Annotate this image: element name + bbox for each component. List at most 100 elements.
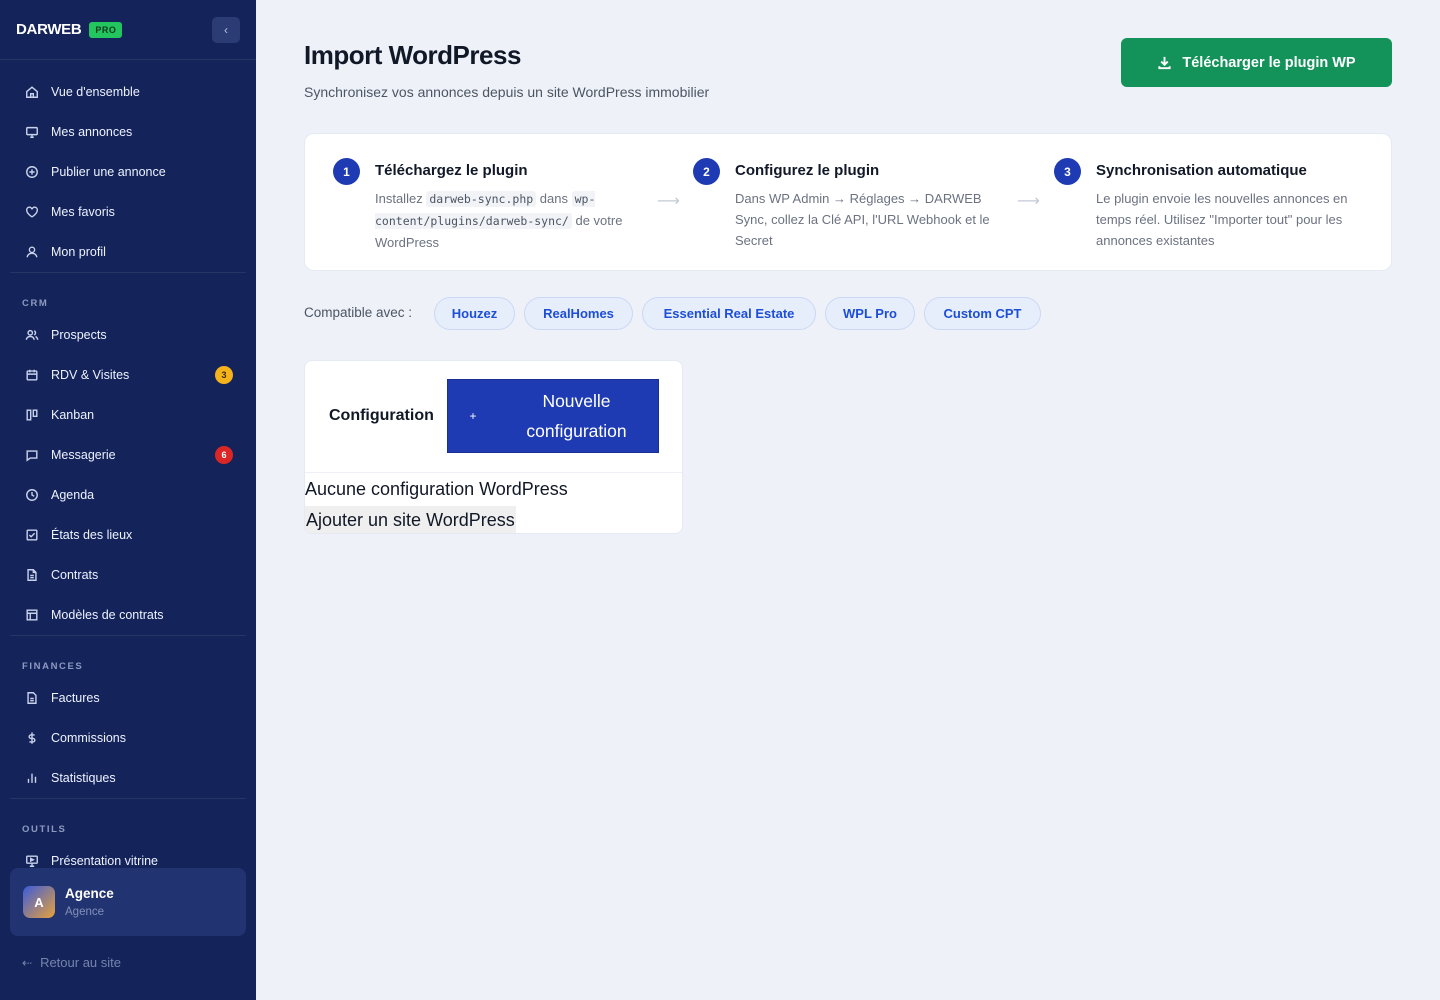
sidebar-item-invoices[interactable]: Factures <box>0 678 256 718</box>
sidebar-item-label: Kanban <box>51 408 95 422</box>
chevron-left-icon: ‹ <box>224 23 228 37</box>
sidebar-item-statistics[interactable]: Statistiques <box>0 758 256 798</box>
page-subtitle: Synchronisez vos annonces depuis un site… <box>304 84 710 100</box>
sidebar-item-contracts[interactable]: Contrats <box>0 555 256 595</box>
pro-badge: PRO <box>89 21 123 38</box>
sidebar-item-label: RDV & Visites <box>51 368 130 382</box>
back-to-site-label: Retour au site <box>40 955 121 970</box>
plus-icon: + <box>469 409 477 423</box>
user-info: Agence Agence <box>65 886 114 918</box>
arrow-right-icon: ⟶ <box>657 193 680 210</box>
sidebar-item-label: Agenda <box>51 488 95 502</box>
sidebar-item-label: Contrats <box>51 568 99 582</box>
finances-nav: Factures Commissions Statistiques <box>0 678 256 798</box>
compatibility-label: Compatible avec : <box>304 305 413 320</box>
user-card[interactable]: A Agence Agence <box>10 868 246 936</box>
sidebar-item-label: Messagerie <box>51 448 116 462</box>
sidebar-item-label: Publier une annonce <box>51 165 166 179</box>
sidebar-item-label: Mes annonces <box>51 125 133 139</box>
arrow-left-icon: ⇠ <box>22 955 33 970</box>
sidebar-item-commissions[interactable]: Commissions <box>0 718 256 758</box>
new-configuration-button[interactable]: + Nouvelle configuration <box>447 379 659 453</box>
sidebar-item-label: Mes favoris <box>51 205 115 219</box>
arrow-right-icon: ⟶ <box>1017 193 1040 210</box>
sidebar-item-label: Mon profil <box>51 245 106 259</box>
user-icon <box>24 244 40 260</box>
configuration-header: Configuration + Nouvelle configuration <box>305 361 682 473</box>
back-to-site-link[interactable]: ⇠ Retour au site <box>22 955 121 970</box>
sidebar-item-agenda[interactable]: Agenda <box>0 475 256 515</box>
plus-circle-icon <box>24 164 40 180</box>
step-title: Synchronisation automatique <box>1096 162 1307 179</box>
step-text: Installez <box>375 191 427 206</box>
section-label-finances: FINANCES <box>22 661 84 672</box>
invoice-icon <box>24 690 40 706</box>
user-role: Agence <box>65 906 105 918</box>
avatar: A <box>23 886 55 918</box>
messaging-count-badge: 6 <box>215 446 233 464</box>
sidebar-item-profile[interactable]: Mon profil <box>0 232 256 272</box>
sidebar-item-appointments[interactable]: RDV & Visites 3 <box>0 355 256 395</box>
step-description: Installez darweb-sync.php dans wp-conten… <box>375 188 643 253</box>
add-wordpress-site-button[interactable]: Ajouter un site WordPress <box>305 506 516 533</box>
template-icon <box>24 607 40 623</box>
page-title: Import WordPress <box>304 40 521 70</box>
sidebar-item-messaging[interactable]: Messagerie 6 <box>0 435 256 475</box>
step-title: Téléchargez le plugin <box>375 162 528 179</box>
sidebar-item-favorites[interactable]: Mes favoris <box>0 192 256 232</box>
step-title: Configurez le plugin <box>735 162 880 179</box>
configuration-card: Configuration + Nouvelle configuration A… <box>304 360 683 534</box>
sidebar-nav: Vue d'ensemble Mes annonces Publier une … <box>0 60 256 272</box>
sidebar-item-label: Factures <box>51 691 100 705</box>
sidebar-item-label: États des lieux <box>51 528 133 542</box>
step-number: 2 <box>693 158 720 185</box>
sidebar-item-label: Modèles de contrats <box>51 608 164 622</box>
step-number: 3 <box>1054 158 1081 185</box>
sidebar-item-inventory[interactable]: États des lieux <box>0 515 256 555</box>
step-text: dans <box>536 191 572 206</box>
sidebar-item-publish-listing[interactable]: Publier une annonce <box>0 152 256 192</box>
monitor-icon <box>24 124 40 140</box>
sidebar-item-prospects[interactable]: Prospects <box>0 315 256 355</box>
sidebar-item-label: Statistiques <box>51 771 116 785</box>
compat-chip-houzez: Houzez <box>434 297 515 330</box>
calendar-icon <box>24 367 40 383</box>
kanban-icon <box>24 407 40 423</box>
compat-chip-realhomes: RealHomes <box>524 297 633 330</box>
download-plugin-label: Télécharger le plugin WP <box>1182 54 1356 71</box>
sidebar-item-kanban[interactable]: Kanban <box>0 395 256 435</box>
brand-logo[interactable]: DARWEB <box>16 21 82 38</box>
sidebar-item-label: Présentation vitrine <box>51 854 159 868</box>
sidebar-item-label: Vue d'ensemble <box>51 85 140 99</box>
compat-chip-wpl-pro: WPL Pro <box>825 297 915 330</box>
heart-icon <box>24 204 40 220</box>
compat-chip-custom-cpt: Custom CPT <box>924 297 1041 330</box>
document-icon <box>24 567 40 583</box>
clock-icon <box>24 487 40 503</box>
step-number: 1 <box>333 158 360 185</box>
sidebar-item-label: Prospects <box>51 328 107 342</box>
empty-state-text: Aucune configuration WordPress <box>305 479 568 499</box>
main-content: Import WordPress Synchronisez vos annonc… <box>256 0 1440 1000</box>
message-icon <box>24 447 40 463</box>
filename-code: darweb-sync.php <box>426 191 537 207</box>
step-description: Le plugin envoie les nouvelles annonces … <box>1096 191 1348 248</box>
section-label-crm: CRM <box>22 298 49 309</box>
new-configuration-label: Nouvelle configuration <box>526 391 627 441</box>
sidebar-item-my-listings[interactable]: Mes annonces <box>0 112 256 152</box>
appointments-count-badge: 3 <box>215 366 233 384</box>
crm-nav: Prospects RDV & Visites 3 Kanban Message… <box>0 315 256 635</box>
sidebar-item-label: Commissions <box>51 731 127 745</box>
user-name: Agence <box>65 886 114 901</box>
compat-chip-essential-real-estate: Essential Real Estate <box>642 297 816 330</box>
home-icon <box>24 84 40 100</box>
sidebar-item-contract-templates[interactable]: Modèles de contrats <box>0 595 256 635</box>
presentation-icon <box>24 853 40 869</box>
collapse-sidebar-button[interactable]: ‹ <box>212 17 240 43</box>
download-plugin-button[interactable]: Télécharger le plugin WP <box>1121 38 1392 87</box>
bar-chart-icon <box>24 770 40 786</box>
step-description: Dans WP Admin → Réglages → DARWEB Sync, … <box>735 191 990 248</box>
download-icon <box>1157 55 1172 70</box>
configuration-title: Configuration <box>329 407 434 424</box>
sidebar-item-overview[interactable]: Vue d'ensemble <box>0 72 256 112</box>
